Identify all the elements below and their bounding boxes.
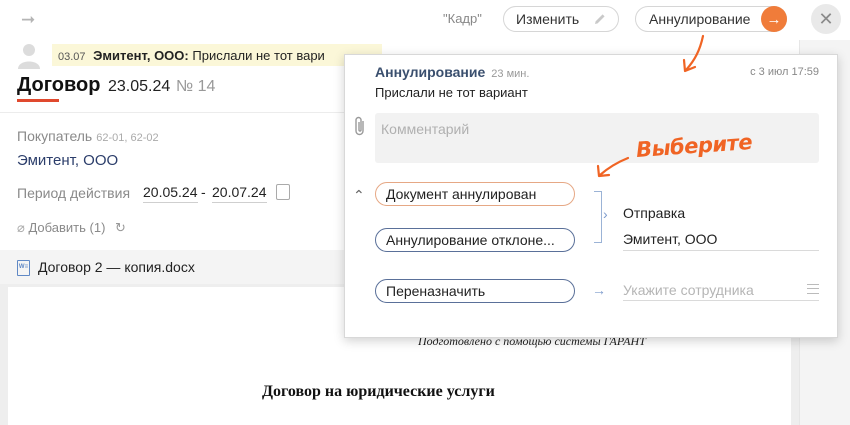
- document-heading: Договор на юридические услуги: [262, 383, 495, 400]
- list-icon[interactable]: [807, 284, 819, 294]
- bracket-icon: [594, 191, 602, 243]
- title-underline: [17, 99, 59, 102]
- popup-date: с 3 июл 17:59: [750, 66, 819, 78]
- arrow-right-icon[interactable]: ➞: [21, 10, 35, 30]
- document-date: 23.05.24: [108, 78, 171, 95]
- period-dash: -: [201, 184, 206, 200]
- message-text: Прислали не тот вари: [192, 48, 325, 63]
- arrow-right-icon: →: [761, 6, 787, 32]
- buyer-label-text: Покупатель: [17, 128, 93, 144]
- message-author: Эмитент, ООО:: [93, 48, 189, 63]
- send-recipient: Эмитент, ООО: [623, 231, 718, 247]
- paperclip-icon: ⌀: [17, 220, 25, 235]
- arrow-right-icon: →: [592, 282, 606, 298]
- send-label: Отправка: [623, 205, 686, 221]
- change-button-label: Изменить: [516, 11, 580, 27]
- change-button[interactable]: Изменить: [503, 6, 619, 32]
- option-reassign[interactable]: Переназначить: [375, 279, 575, 303]
- annul-button-label: Аннулирование: [649, 11, 751, 27]
- calendar-icon[interactable]: [276, 184, 290, 200]
- annul-button[interactable]: Аннулирование →: [635, 6, 787, 32]
- source-label: "Кадр": [443, 11, 482, 26]
- buyer-link[interactable]: Эмитент, ООО: [17, 152, 118, 169]
- popup-title: Аннулирование 23 мин.: [375, 64, 529, 80]
- add-attachment-button[interactable]: ⌀ Добавить (1) ↻: [17, 220, 126, 236]
- option-document-annulled[interactable]: Документ аннулирован: [375, 182, 575, 206]
- close-icon[interactable]: ✕: [811, 4, 841, 34]
- option-annul-rejected[interactable]: Аннулирование отклоне...: [375, 228, 575, 252]
- annul-popup: Аннулирование 23 мин. с 3 июл 17:59 Присл…: [344, 54, 838, 338]
- document-number: № 14: [176, 78, 216, 95]
- message-date: 03.07: [58, 51, 86, 63]
- paperclip-icon[interactable]: [353, 115, 367, 137]
- avatar-icon: [18, 44, 40, 69]
- period-to-field[interactable]: 20.07.24: [212, 184, 267, 203]
- popup-message: Прислали не тот вариант: [375, 85, 528, 100]
- add-attachment-label: Добавить (1): [28, 220, 106, 235]
- popup-title-text: Аннулирование: [375, 64, 486, 80]
- assignee-input[interactable]: Укажите сотрудника: [623, 282, 754, 298]
- last-message[interactable]: 03.07 Эмитент, ООО: Прислали не тот вари: [52, 44, 382, 66]
- divider: [0, 112, 345, 113]
- page-title: Договор: [17, 74, 101, 96]
- popup-time-ago: 23 мин.: [491, 68, 530, 80]
- arrow-right-icon: ›: [603, 206, 608, 222]
- chevron-up-icon[interactable]: ⌃: [353, 187, 365, 204]
- refresh-icon: ↻: [115, 220, 126, 235]
- file-name[interactable]: Договор 2 — копия.docx: [38, 259, 195, 275]
- word-file-icon: W≡: [17, 260, 30, 276]
- period-from-field[interactable]: 20.05.24: [143, 184, 198, 203]
- send-underline: [623, 250, 819, 251]
- buyer-codes: 62-01, 62-02: [96, 132, 159, 144]
- period-label: Период действия: [17, 185, 131, 201]
- pencil-icon: [595, 14, 605, 24]
- comment-input[interactable]: [375, 113, 819, 163]
- buyer-label: Покупатель 62-01, 62-02: [17, 128, 159, 144]
- assignee-underline: [623, 300, 819, 301]
